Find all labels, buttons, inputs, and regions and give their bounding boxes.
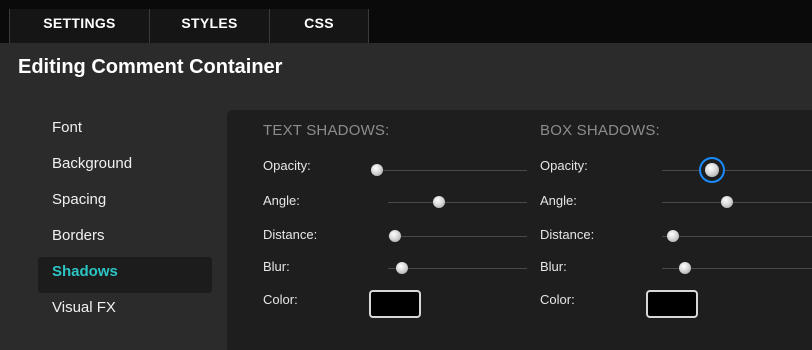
shadows-panel: TEXT SHADOWS: Opacity: Angle: Distance: …: [227, 110, 812, 350]
text-distance-slider[interactable]: [388, 230, 527, 242]
box-opacity-slider[interactable]: [662, 163, 812, 177]
text-blur-label: Blur:: [263, 259, 290, 274]
tab-styles[interactable]: STYLES: [150, 9, 270, 43]
text-color-label: Color:: [263, 292, 298, 307]
text-opacity-slider[interactable]: [371, 164, 527, 176]
sidebar-item-font[interactable]: Font: [38, 113, 212, 149]
sidebar-item-visual-fx[interactable]: Visual FX: [38, 293, 212, 329]
text-distance-thumb[interactable]: [388, 230, 401, 242]
sidebar-item-spacing[interactable]: Spacing: [38, 185, 212, 221]
text-angle-label: Angle:: [263, 193, 300, 208]
text-blur-slider[interactable]: [388, 262, 527, 274]
page-title: Editing Comment Container: [18, 56, 283, 78]
box-distance-slider[interactable]: [662, 230, 812, 242]
box-blur-label: Blur:: [540, 259, 567, 274]
box-blur-thumb[interactable]: [678, 262, 691, 274]
sidebar-item-borders[interactable]: Borders: [38, 221, 212, 257]
text-opacity-thumb[interactable]: [371, 164, 383, 176]
sidebar: Font Background Spacing Borders Shadows …: [38, 113, 212, 329]
box-angle-thumb[interactable]: [720, 196, 733, 208]
box-opacity-label: Opacity:: [540, 158, 588, 173]
text-angle-slider[interactable]: [388, 196, 527, 208]
text-angle-thumb[interactable]: [433, 196, 446, 208]
box-distance-thumb[interactable]: [666, 230, 679, 242]
top-tab-bar: SETTINGS STYLES CSS: [0, 0, 812, 43]
text-blur-thumb[interactable]: [395, 262, 408, 274]
box-shadows-heading: BOX SHADOWS:: [540, 122, 660, 139]
tab-css[interactable]: CSS: [270, 9, 369, 43]
tab-settings[interactable]: SETTINGS: [9, 9, 150, 43]
box-blur-slider[interactable]: [662, 262, 812, 274]
box-angle-slider[interactable]: [662, 196, 812, 208]
box-color-label: Color:: [540, 292, 575, 307]
sidebar-item-shadows[interactable]: Shadows: [38, 257, 212, 293]
text-shadows-heading: TEXT SHADOWS:: [263, 122, 390, 139]
sidebar-item-background[interactable]: Background: [38, 149, 212, 185]
box-angle-label: Angle:: [540, 193, 577, 208]
box-color-swatch[interactable]: [646, 290, 698, 318]
text-distance-label: Distance:: [263, 227, 318, 242]
box-opacity-thumb[interactable]: [704, 163, 719, 177]
box-distance-label: Distance:: [540, 227, 595, 242]
text-color-swatch[interactable]: [369, 290, 421, 318]
text-opacity-label: Opacity:: [263, 158, 311, 173]
